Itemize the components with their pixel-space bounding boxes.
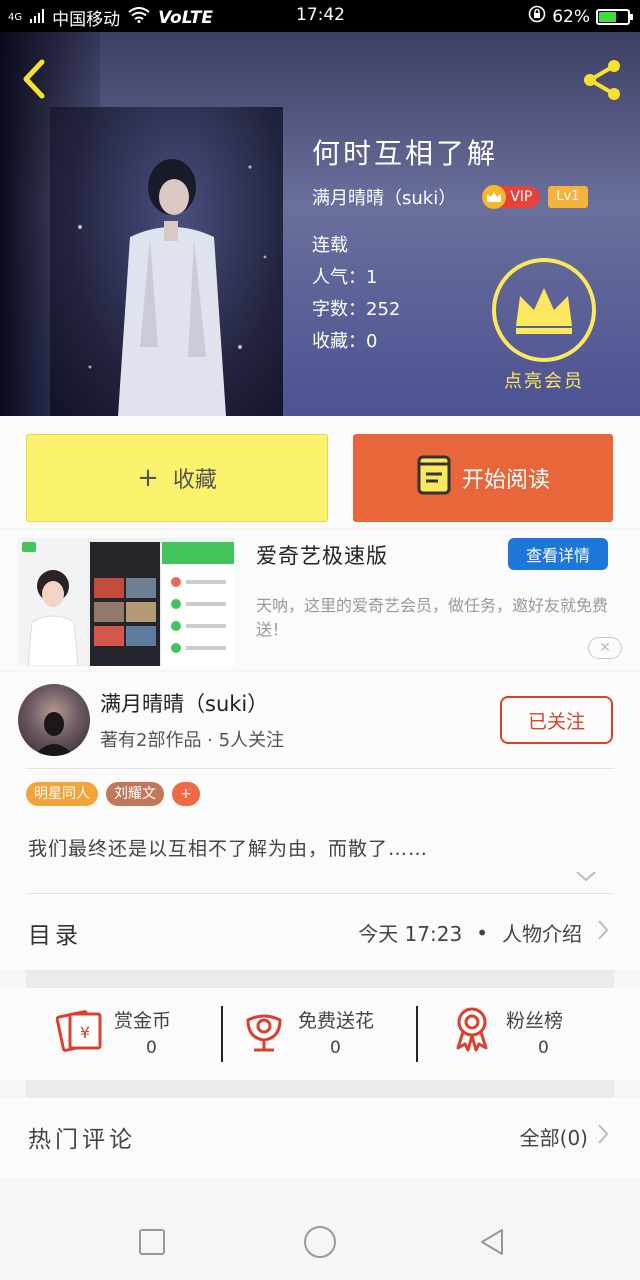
share-icon[interactable] [578,56,626,104]
section-gap [26,1080,614,1098]
book-favorites: 收藏：0 [312,331,378,352]
book-title: 何时互相了解 [312,137,499,170]
battery-percent: 62% [552,6,590,27]
book-summary: 我们最终还是以互相不了解为由，而散了…… [28,838,429,860]
network-type: VoLTE [158,7,213,28]
catalog-latest: 今天 17:23 • 人物介绍 [358,918,610,947]
avatar[interactable] [18,684,90,756]
home-icon[interactable] [302,1224,338,1260]
red-envelope-icon: ¥ [55,1004,104,1052]
crown-icon [516,288,572,334]
favorite-label: 收藏 [172,468,217,493]
flower-icon [240,1004,288,1052]
crown-icon [482,185,507,209]
chevron-right-icon [596,918,610,947]
reward-coins-button[interactable]: ¥ 赏金币 0 [55,1004,226,1064]
divider [416,1006,418,1062]
book-icon [416,454,452,502]
send-flower-button[interactable]: 免费送花 0 [240,1004,410,1064]
follow-button[interactable]: 已关注 [500,696,613,744]
ad-title[interactable]: 爱奇艺极速版 [256,540,388,570]
all-comments-label: 全部(0) [519,1126,588,1150]
system-nav-bar [0,1200,640,1280]
book-popularity: 人气：1 [312,267,378,288]
status-time: 17:42 [296,5,345,25]
tag-item[interactable]: 明星同人 [26,782,98,806]
level-badge: Lv1 [548,186,588,208]
stat-label: 粉丝榜 [506,1010,564,1032]
close-icon[interactable]: ✕ [588,637,622,659]
wifi-icon [128,7,150,28]
back-icon[interactable] [476,1226,508,1258]
start-reading-label: 开始阅读 [461,468,550,493]
ad-detail-button[interactable]: 查看详情 [508,538,608,570]
svg-text:¥: ¥ [80,1023,90,1042]
vip-badge: VIP [482,185,541,209]
divider [221,1006,223,1062]
author-meta: 著有2部作品 · 5人关注 [100,730,285,751]
member-crown-button[interactable] [492,258,596,362]
comments-label: 热门评论 [28,1127,136,1153]
back-arrow-icon[interactable] [14,54,54,104]
catalog-chapter: 人物介绍 [502,922,582,946]
book-cover-image[interactable] [50,107,283,416]
ad-description: 天呐，这里的爱奇艺会员，做任务，邀好友就免费送！ [256,596,609,639]
divider [26,768,614,769]
stat-value: 0 [330,1038,341,1058]
rotation-lock-icon [528,5,546,28]
battery-icon [596,8,633,25]
book-header: 何时互相了解 满月晴晴（suki） VIP Lv1 连载 人气：1 字数：252… [0,32,640,416]
carrier-name: 中国移动 [52,10,121,30]
stat-value: 0 [146,1038,157,1058]
catalog-label: 目录 [28,923,82,949]
book-status: 连载 [312,235,348,256]
favorite-button[interactable]: + 收藏 [26,434,328,522]
stat-label: 赏金币 [114,1010,172,1032]
section-gap [26,970,614,988]
tags-summary-section: 明星同人 刘耀文 + 我们最终还是以互相不了解为由，而散了…… [0,768,640,894]
vip-label: VIP [510,189,533,205]
catalog-updated: 今天 17:23 [358,922,463,946]
chevron-right-icon [596,1122,610,1151]
catalog-row[interactable]: 目录 今天 17:23 • 人物介绍 [0,894,640,970]
tag-item[interactable]: 刘耀文 [106,782,164,806]
action-bar: + 收藏 开始阅读 [0,416,640,528]
ad-image[interactable] [18,538,234,666]
add-tag-button[interactable]: + [172,782,200,806]
book-word-count: 字数：252 [312,299,401,320]
book-author[interactable]: 满月晴晴（suki） [312,184,456,210]
fan-ranking-button[interactable]: 粉丝榜 0 [448,1004,618,1064]
medal-icon [448,1004,496,1052]
recent-apps-icon[interactable] [136,1226,168,1258]
author-card: 满月晴晴（suki） 著有2部作品 · 5人关注 已关注 [0,672,640,768]
book-author-line: 满月晴晴（suki） VIP Lv1 [312,184,588,210]
tag-list: 明星同人 刘耀文 + [26,782,200,806]
all-comments-link[interactable]: 全部(0) [520,1122,610,1151]
start-reading-button[interactable]: 开始阅读 [353,434,613,522]
stat-value: 0 [538,1038,549,1058]
signal-icon [30,8,45,28]
author-name[interactable]: 满月晴晴（suki） [100,688,268,718]
stat-label: 免费送花 [298,1010,375,1032]
chevron-down-icon[interactable] [574,868,598,884]
signal-indicator: 4G [8,12,23,23]
hot-comments-header: 热门评论 全部(0) [0,1098,640,1178]
plus-icon: + [137,463,159,493]
book-info: 连载 人气：1 字数：252 收藏：0 [312,230,400,358]
reward-stats: ¥ 赏金币 0 免费送花 0 粉丝榜 0 [0,988,640,1080]
status-bar: 4G 中国移动 VoLTE 17:42 62% [0,0,640,32]
ad-banner: 爱奇艺极速版 查看详情 天呐，这里的爱奇艺会员，做任务，邀好友就免费送！ ✕ [0,530,640,670]
separator-dot: • [476,920,488,945]
member-label[interactable]: 点亮会员 [504,367,584,393]
